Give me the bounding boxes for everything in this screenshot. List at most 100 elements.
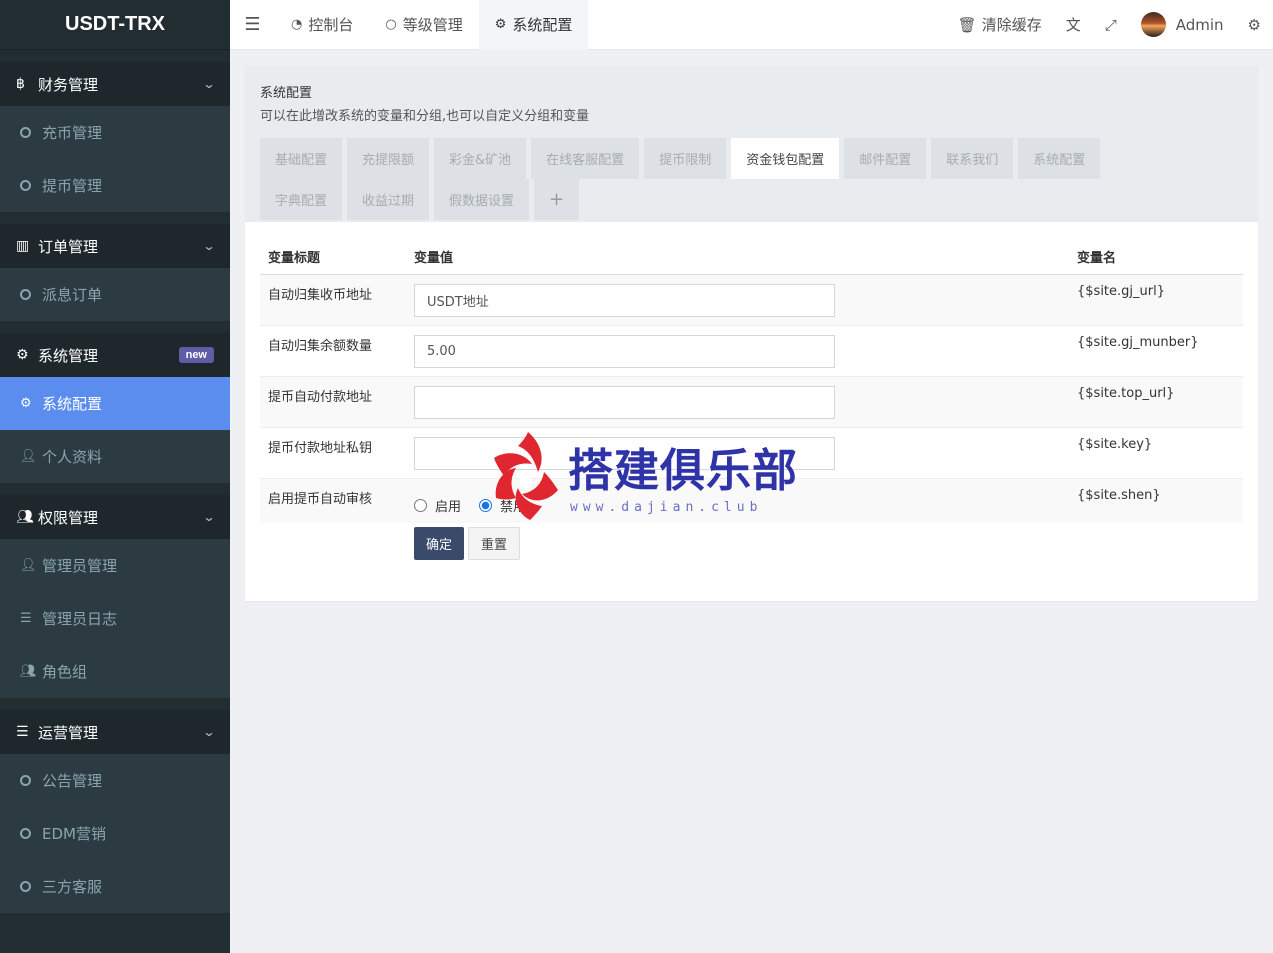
tab-basic-config[interactable]: 基础配置 [260,138,343,179]
gear-icon: ⚙ [20,396,32,411]
menu-toggle-icon[interactable]: ☰ [230,14,275,35]
tab-wallet-config[interactable]: 资金钱包配置 [731,138,840,179]
submit-button[interactable]: 确定 [414,527,465,560]
row-title: 启用提币自动审核 [260,477,406,523]
sidebar-group-label: 财务管理 [38,75,99,94]
form-actions: 确定 重置 [414,527,521,560]
bitcoin-icon: ฿ [16,76,25,92]
language-button[interactable]: 文 [1054,0,1093,50]
sidebar-item-withdraw[interactable]: 提币管理 [0,159,230,212]
circle-icon: ○ [385,17,397,32]
trash-icon: 🗑︎ [957,15,977,34]
settings-button[interactable]: ⚙ [1236,0,1273,50]
table-row: 自动归集余额数量 {$site.gj_munber} [260,324,1243,376]
sidebar-group-label: 权限管理 [38,508,99,527]
user-menu[interactable]: Admin [1129,0,1236,50]
language-icon: 文 [1065,16,1081,34]
sidebar-item-roles[interactable]: 👥︎ 角色组 [0,645,230,698]
tab-label: 控制台 [308,16,354,34]
sidebar-group-finance[interactable]: ฿ 财务管理 ⌄ [0,50,230,106]
sidebar-item-profile[interactable]: 👤︎ 个人资料 [0,430,230,483]
sidebar-group-permissions[interactable]: 👥︎ 权限管理 ⌄ [0,483,230,539]
sidebar-item-label: 派息订单 [42,286,103,304]
table-row: 自动归集收币地址 {$site.gj_url} [260,273,1243,325]
tab-label: 等级管理 [402,16,463,34]
collect-address-input[interactable] [414,283,835,317]
payout-address-input[interactable] [414,385,835,419]
sidebar-group-label: 系统管理 [38,346,99,365]
clear-cache-button[interactable]: 🗑︎ 清除缓存 [946,0,1054,50]
sidebar-item-label: 三方客服 [42,878,103,896]
sidebar-group-operations[interactable]: ☰ 运营管理 ⌄ [0,698,230,754]
sidebar-group-label: 订单管理 [38,237,99,256]
variable-name: {$site.key} [1069,426,1243,478]
watermark-text: 搭建俱乐部 [568,444,799,497]
tab-bonus-pool[interactable]: 彩金&矿池 [434,138,527,179]
config-tabs-row2: 字典配置 收益过期 假数据设置 + [260,179,1243,220]
tab-dashboard[interactable]: ◔ 控制台 [275,0,369,50]
sidebar-item-third-party-support[interactable]: 三方客服 [0,860,230,913]
sidebar-item-admin-manage[interactable]: 👤︎ 管理员管理 [0,539,230,592]
fullscreen-button[interactable]: ⤢ [1093,0,1129,50]
plus-icon: + [549,189,565,210]
sidebar-item-label: 管理员管理 [42,557,118,575]
sidebar-item-deposit[interactable]: 充币管理 [0,106,230,159]
chevron-down-icon: ⌄ [202,725,216,739]
variable-name: {$site.gj_url} [1069,273,1243,325]
sidebar-item-label: 管理员日志 [42,610,118,628]
tab-system-config[interactable]: 系统配置 [1018,138,1101,179]
sidebar-group-orders[interactable]: ▥ 订单管理 ⌄ [0,212,230,268]
gear-icon: ⚙ [494,17,507,32]
add-tab-button[interactable]: + [534,179,580,220]
circle-icon [20,828,31,839]
tab-mail-config[interactable]: 邮件配置 [844,138,927,179]
tab-level-manage[interactable]: ○ 等级管理 [369,0,478,50]
sidebar-item-label: 提币管理 [42,177,103,195]
column-header: 变量值 [406,239,1069,275]
clear-cache-label: 清除缓存 [981,16,1042,34]
watermark: 搭建俱乐部 www.dajian.club [488,428,797,523]
expand-icon: ⤢ [1104,15,1117,34]
row-title: 提币自动付款地址 [260,375,406,427]
circle-icon [20,775,31,786]
tab-earnings-expiry[interactable]: 收益过期 [347,179,430,220]
sidebar-item-label: 个人资料 [42,448,103,466]
tab-online-support[interactable]: 在线客服配置 [531,138,640,179]
tab-deposit-limits[interactable]: 充提限额 [347,138,430,179]
enable-radio-label: 启用 [435,499,462,515]
tab-contact-us[interactable]: 联系我们 [931,138,1014,179]
app-logo[interactable]: USDT-TRX [0,0,230,50]
sidebar-item-dividend-orders[interactable]: 派息订单 [0,268,230,321]
tab-system-config[interactable]: ⚙ 系统配置 [478,0,589,50]
gears-icon: ⚙ [16,347,29,363]
circle-icon [20,127,31,138]
bar-chart-icon: ▥ [16,238,30,254]
tab-withdraw-limits[interactable]: 提币限制 [644,138,727,179]
sidebar-item-system-config[interactable]: ⚙ 系统配置 [0,377,230,430]
sidebar-item-announcements[interactable]: 公告管理 [0,754,230,807]
variable-name: {$site.top_url} [1069,375,1243,427]
collect-amount-input[interactable] [414,334,835,368]
watermark-logo-icon [494,432,558,520]
sidebar-group-system[interactable]: ⚙ 系统管理 new [0,321,230,377]
avatar [1140,12,1166,37]
user-icon: 👤︎ [20,558,37,573]
new-badge: new [178,347,214,363]
tab-fake-data[interactable]: 假数据设置 [434,179,530,220]
panel-header: 系统配置 可以在此增改系统的变量和分组,也可以自定义分组和变量 基础配置 充提限… [245,66,1258,222]
sidebar-item-label: 系统配置 [42,395,103,413]
config-tabs: 基础配置 充提限额 彩金&矿池 在线客服配置 提币限制 资金钱包配置 邮件配置 … [260,138,1243,179]
chevron-down-icon: ⌄ [202,239,216,253]
list-alt-icon: ☰ [20,611,32,626]
reset-button[interactable]: 重置 [468,527,521,560]
chevron-down-icon: ⌄ [202,510,216,524]
circle-icon [20,289,31,300]
column-header: 变量名 [1069,239,1243,275]
sidebar-item-edm[interactable]: EDM营销 [0,807,230,860]
tab-dictionary-config[interactable]: 字典配置 [260,179,343,220]
sidebar-item-admin-log[interactable]: ☰ 管理员日志 [0,592,230,645]
gears-icon: ⚙ [1247,15,1261,34]
sidebar-item-label: 充币管理 [42,124,103,142]
circle-icon [20,180,31,191]
enable-radio[interactable] [414,498,427,512]
